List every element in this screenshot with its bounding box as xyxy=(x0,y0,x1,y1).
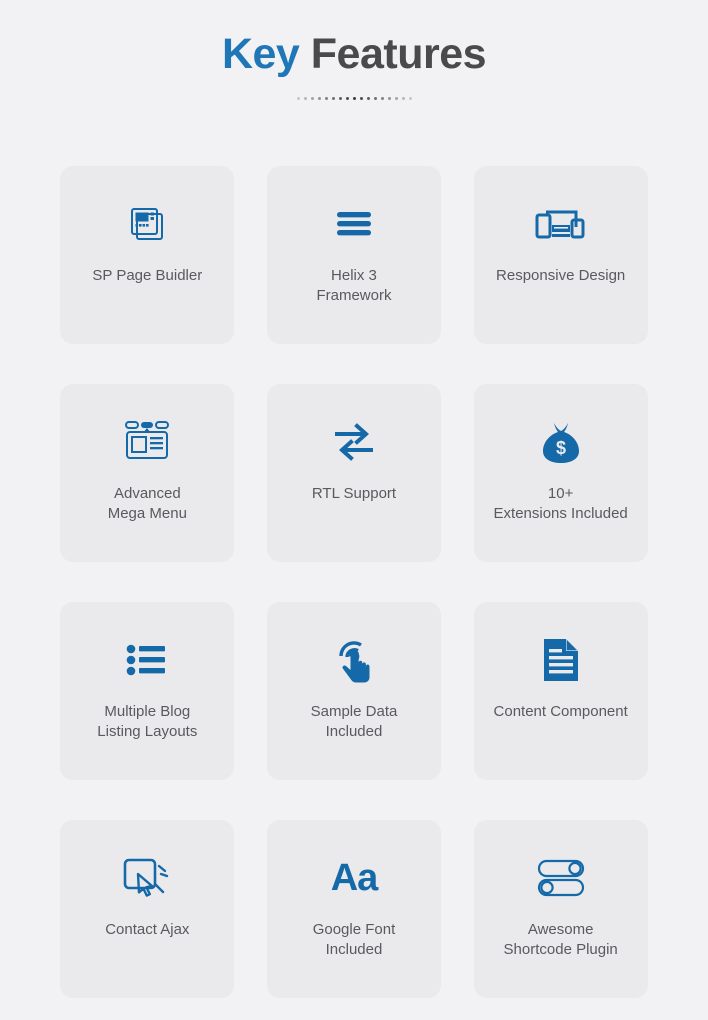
feature-label: Awesome Shortcode Plugin xyxy=(503,921,618,958)
feature-cell: Awesome Shortcode Plugin xyxy=(457,820,664,998)
feature-card-contact-ajax[interactable]: Contact Ajax xyxy=(60,820,235,998)
feature-label: Content Component xyxy=(493,703,628,720)
features-grid: SP Page Buidler Helix 3 Framework Respon… xyxy=(0,166,708,998)
feature-card-content-component[interactable]: Content Component xyxy=(473,602,648,780)
exchange-arrows-icon xyxy=(331,410,377,474)
feature-label: Advanced Mega Menu xyxy=(107,485,187,522)
feature-cell: Aa Google Font Included xyxy=(251,820,458,998)
feature-cell: Contact Ajax xyxy=(44,820,251,998)
page-title: Key Features xyxy=(0,30,708,79)
key-features-section: Key Features SP Page Buidler Helix 3 Fra… xyxy=(0,0,708,1020)
toggle-switches-icon xyxy=(535,846,587,910)
feature-label: SP Page Buidler xyxy=(92,267,203,284)
feature-card-responsive-design[interactable]: Responsive Design xyxy=(473,166,648,344)
feature-cell: SP Page Buidler xyxy=(44,166,251,344)
feature-card-sample-data-included[interactable]: Sample Data Included xyxy=(266,602,441,780)
feature-card-blog-listing-layouts[interactable]: Multiple Blog Listing Layouts xyxy=(60,602,235,780)
feature-label: 10+ Extensions Included xyxy=(493,485,628,522)
feature-cell: Sample Data Included xyxy=(251,602,458,780)
responsive-devices-icon xyxy=(533,192,589,256)
mega-menu-icon xyxy=(121,410,173,474)
feature-cell: Multiple Blog Listing Layouts xyxy=(44,602,251,780)
feature-cell: Helix 3 Framework xyxy=(251,166,458,344)
feature-card-sp-page-builder[interactable]: SP Page Buidler xyxy=(60,166,235,344)
feature-label: Google Font Included xyxy=(312,921,396,958)
feature-card-helix-3-framework[interactable]: Helix 3 Framework xyxy=(266,166,441,344)
bullet-list-icon xyxy=(125,628,169,692)
money-bag-icon: $ xyxy=(538,410,584,474)
document-icon xyxy=(541,628,581,692)
feature-label: Multiple Blog Listing Layouts xyxy=(97,703,198,740)
hamburger-menu-icon xyxy=(332,192,376,256)
feature-card-google-font-included[interactable]: Aa Google Font Included xyxy=(266,820,441,998)
feature-cell: Content Component xyxy=(457,602,664,780)
feature-card-extensions-included[interactable]: $ 10+ Extensions Included xyxy=(473,384,648,562)
feature-label: Sample Data Included xyxy=(310,703,398,740)
page-title-accent: Key xyxy=(221,30,300,78)
tap-hand-icon xyxy=(331,628,377,692)
feature-cell: $ 10+ Extensions Included xyxy=(457,384,664,562)
feature-cell: Responsive Design xyxy=(457,166,664,344)
feature-label: Contact Ajax xyxy=(105,921,190,938)
typography-aa-icon: Aa xyxy=(330,846,379,910)
page-builder-icon xyxy=(125,192,169,256)
feature-label: Helix 3 Framework xyxy=(316,267,392,304)
title-divider-dots xyxy=(0,93,708,103)
feature-label: Responsive Design xyxy=(496,267,626,284)
feature-card-rtl-support[interactable]: RTL Support xyxy=(266,384,441,562)
section-header: Key Features xyxy=(0,0,708,103)
feature-card-awesome-shortcode-plugin[interactable]: Awesome Shortcode Plugin xyxy=(473,820,648,998)
typography-aa-glyph: Aa xyxy=(330,857,379,899)
feature-label: RTL Support xyxy=(311,485,397,502)
feature-card-advanced-mega-menu[interactable]: Advanced Mega Menu xyxy=(60,384,235,562)
page-title-rest: Features xyxy=(299,30,487,78)
feature-cell: Advanced Mega Menu xyxy=(44,384,251,562)
feature-cell: RTL Support xyxy=(251,384,458,562)
svg-text:$: $ xyxy=(556,438,566,458)
click-cursor-icon xyxy=(121,846,173,910)
